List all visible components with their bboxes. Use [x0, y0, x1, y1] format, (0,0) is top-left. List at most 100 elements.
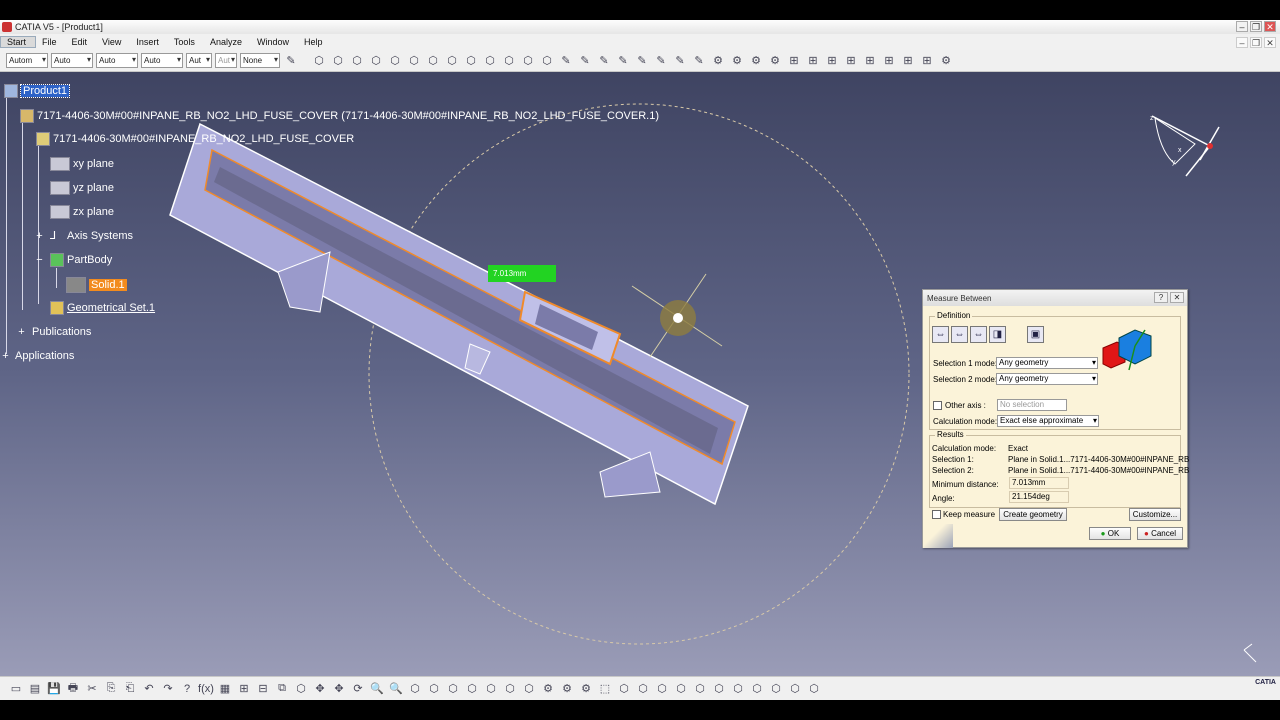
bottom-toolbar-icon-28[interactable]: ⚙ [540, 681, 556, 697]
top-toolbar-icon-32[interactable]: ⊞ [919, 53, 935, 69]
layer-combo[interactable]: Aut [186, 53, 212, 68]
tree-root-product[interactable]: Product1 [4, 84, 71, 98]
top-toolbar-icon-22[interactable]: ⚙ [729, 53, 745, 69]
tree-yz-plane[interactable]: yz plane [50, 181, 114, 195]
other-axis-field[interactable]: No selection [997, 399, 1067, 411]
top-toolbar-icon-18[interactable]: ✎ [653, 53, 669, 69]
tree-component[interactable]: 7171-4406-30M#00#INPANE_RB_NO2_LHD_FUSE_… [20, 109, 659, 123]
top-toolbar-icon-6[interactable]: ⬡ [425, 53, 441, 69]
tree-part[interactable]: 7171-4406-30M#00#INPANE_RB_NO2_LHD_FUSE_… [36, 132, 354, 146]
tree-axis-systems[interactable]: ⅃ Axis Systems [50, 229, 133, 243]
bottom-toolbar-icon-7[interactable]: ↶ [141, 681, 157, 697]
bottom-toolbar-icon-4[interactable]: ✂ [84, 681, 100, 697]
tree-solid-label[interactable]: Solid.1 [89, 279, 127, 291]
bottom-toolbar-icon-3[interactable]: 🖶 [65, 681, 81, 697]
tree-part-label[interactable]: 7171-4406-30M#00#INPANE_RB_NO2_LHD_FUSE_… [53, 133, 354, 145]
measure-between-icon[interactable]: ⇔ [932, 326, 949, 343]
point-combo[interactable]: Auto [141, 53, 183, 68]
top-toolbar-icon-12[interactable]: ⬡ [539, 53, 555, 69]
tree-solid[interactable]: Solid.1 [66, 277, 127, 293]
tree-applications[interactable]: Applications [15, 350, 74, 362]
bottom-toolbar-icon-39[interactable]: ⬡ [749, 681, 765, 697]
tree-publications[interactable]: Publications [32, 326, 91, 338]
bottom-toolbar-icon-2[interactable]: 💾 [46, 681, 62, 697]
menu-window[interactable]: Window [251, 37, 298, 47]
bottom-toolbar-icon-23[interactable]: ⬡ [445, 681, 461, 697]
doc-close-button[interactable]: ✕ [1264, 36, 1276, 48]
bottom-toolbar-icon-38[interactable]: ⬡ [730, 681, 746, 697]
bottom-toolbar-icon-8[interactable]: ↷ [160, 681, 176, 697]
menu-analyze[interactable]: Analyze [204, 37, 251, 47]
tree-partbody-label[interactable]: PartBody [67, 254, 112, 266]
tree-zx-plane-label[interactable]: zx plane [73, 206, 114, 218]
top-toolbar-icon-9[interactable]: ⬡ [482, 53, 498, 69]
menu-help[interactable]: Help [298, 37, 332, 47]
dialog-titlebar[interactable]: Measure Between ? ✕ [923, 290, 1187, 306]
expand-applications-icon[interactable]: + [1, 351, 10, 362]
top-toolbar-icon-24[interactable]: ⚙ [767, 53, 783, 69]
ok-button[interactable]: ● OK [1089, 527, 1131, 540]
bottom-toolbar-icon-18[interactable]: ⟳ [350, 681, 366, 697]
bottom-toolbar-icon-32[interactable]: ⬡ [616, 681, 632, 697]
restore-button[interactable]: ❐ [1250, 21, 1262, 32]
top-toolbar-icon-31[interactable]: ⊞ [900, 53, 916, 69]
bottom-toolbar-icon-9[interactable]: ? [179, 681, 195, 697]
measure-chain-icon[interactable]: ⇔ [951, 326, 968, 343]
doc-minimize-button[interactable]: – [1236, 36, 1248, 48]
bottom-toolbar-icon-0[interactable]: ▭ [8, 681, 24, 697]
selection2-mode-select[interactable]: Any geometry [996, 373, 1098, 385]
top-toolbar-icon-5[interactable]: ⬡ [406, 53, 422, 69]
bottom-toolbar-icon-26[interactable]: ⬡ [502, 681, 518, 697]
tree-applications-label[interactable]: Applications [15, 350, 74, 362]
tree-partbody[interactable]: PartBody [50, 253, 112, 267]
bottom-toolbar-icon-37[interactable]: ⬡ [711, 681, 727, 697]
measure-fan-icon[interactable]: ⇔ [970, 326, 987, 343]
top-toolbar-icon-10[interactable]: ⬡ [501, 53, 517, 69]
top-toolbar-icon-15[interactable]: ✎ [596, 53, 612, 69]
bottom-toolbar-icon-11[interactable]: ▦ [217, 681, 233, 697]
tree-component-label[interactable]: 7171-4406-30M#00#INPANE_RB_NO2_LHD_FUSE_… [37, 110, 659, 122]
top-toolbar-icon-29[interactable]: ⊞ [862, 53, 878, 69]
dialog-help-button[interactable]: ? [1154, 292, 1168, 303]
bottom-toolbar-icon-36[interactable]: ⬡ [692, 681, 708, 697]
bottom-toolbar-icon-1[interactable]: ▤ [27, 681, 43, 697]
bottom-toolbar-icon-12[interactable]: ⊞ [236, 681, 252, 697]
top-toolbar-icon-3[interactable]: ⬡ [368, 53, 384, 69]
bottom-toolbar-icon-15[interactable]: ⬡ [293, 681, 309, 697]
top-toolbar-icon-11[interactable]: ⬡ [520, 53, 536, 69]
close-button[interactable]: ✕ [1264, 21, 1276, 32]
bottom-toolbar-icon-6[interactable]: ⎗ [122, 681, 138, 697]
bottom-toolbar-icon-40[interactable]: ⬡ [768, 681, 784, 697]
tree-axis-systems-label[interactable]: Axis Systems [67, 230, 133, 242]
bottom-toolbar-icon-24[interactable]: ⬡ [464, 681, 480, 697]
measure-item-icon[interactable]: ◨ [989, 326, 1006, 343]
top-toolbar-icon-8[interactable]: ⬡ [463, 53, 479, 69]
top-toolbar-icon-25[interactable]: ⊞ [786, 53, 802, 69]
calc-mode-select[interactable]: Exact else approximate [997, 415, 1099, 427]
tree-geometrical-set-label[interactable]: Geometrical Set.1 [67, 302, 155, 314]
create-geometry-button[interactable]: Create geometry [999, 508, 1067, 521]
measure-thickness-icon[interactable]: ▣ [1027, 326, 1044, 343]
top-toolbar-icon-17[interactable]: ✎ [634, 53, 650, 69]
bottom-toolbar-icon-29[interactable]: ⚙ [559, 681, 575, 697]
bottom-toolbar-icon-25[interactable]: ⬡ [483, 681, 499, 697]
bottom-toolbar-icon-41[interactable]: ⬡ [787, 681, 803, 697]
top-toolbar-icon-30[interactable]: ⊞ [881, 53, 897, 69]
minimize-button[interactable]: – [1236, 21, 1248, 32]
bottom-toolbar-icon-31[interactable]: ⬚ [597, 681, 613, 697]
tree-xy-plane[interactable]: xy plane [50, 157, 114, 171]
bottom-toolbar-icon-19[interactable]: 🔍 [369, 681, 385, 697]
compass-icon[interactable] [1151, 115, 1220, 177]
tree-root-label[interactable]: Product1 [19, 84, 71, 98]
menu-insert[interactable]: Insert [130, 37, 168, 47]
expand-axis-systems-icon[interactable]: + [35, 231, 44, 242]
menu-start[interactable]: Start [0, 36, 37, 48]
top-toolbar-icon-23[interactable]: ⚙ [748, 53, 764, 69]
top-toolbar-icon-4[interactable]: ⬡ [387, 53, 403, 69]
expand-publications-icon[interactable]: + [17, 327, 26, 338]
selection1-mode-select[interactable]: Any geometry [996, 357, 1098, 369]
bottom-toolbar-icon-14[interactable]: ⧉ [274, 681, 290, 697]
bottom-toolbar-icon-20[interactable]: 🔍 [388, 681, 404, 697]
paint-icon[interactable]: ✎ [283, 53, 299, 69]
bottom-toolbar-icon-13[interactable]: ⊟ [255, 681, 271, 697]
